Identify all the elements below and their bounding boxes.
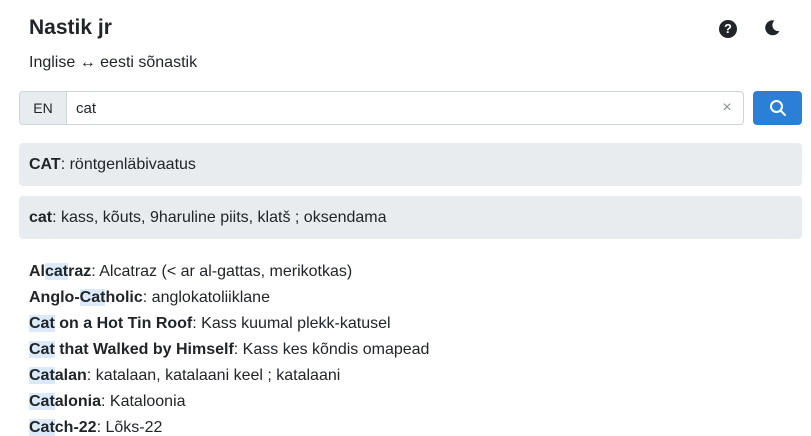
result-card: CAT: röntgenläbivaatus (19, 143, 802, 186)
moon-icon[interactable] (763, 19, 781, 37)
related-entry[interactable]: Alcatraz: Alcatraz (< ar al-gattas, meri… (29, 259, 429, 285)
app-subtitle: Inglise ↔ eesti sõnastik (29, 54, 198, 71)
related-entry[interactable]: Cat that Walked by Himself: Kass kes kõn… (29, 337, 429, 363)
result-separator: : (60, 156, 70, 173)
search-input[interactable] (67, 92, 711, 124)
result-term[interactable]: cat (29, 209, 52, 226)
search-button[interactable] (753, 91, 802, 125)
entry-translation: : Kataloonia (101, 393, 186, 410)
entry-term[interactable]: Cat that Walked by Himself (29, 341, 234, 358)
help-icon[interactable]: ? (719, 20, 737, 38)
search-bar: EN × (19, 91, 744, 125)
result-translation: röntgenläbivaatus (69, 156, 196, 173)
clear-icon[interactable]: × (711, 92, 743, 124)
entry-term[interactable]: Catalan (29, 367, 87, 384)
result-card: cat: kass, kõuts, 9haruline piits, klatš… (19, 196, 802, 239)
entry-term[interactable]: Catalonia (29, 393, 101, 410)
result-translation: kass, kõuts, 9haruline piits, klatš ; ok… (61, 209, 387, 226)
entry-translation: : Alcatraz (< ar al-gattas, merikotkas) (91, 263, 353, 280)
entry-term[interactable]: Catch-22 (29, 419, 97, 436)
related-entries-list: Alcatraz: Alcatraz (< ar al-gattas, meri… (29, 259, 429, 436)
language-label[interactable]: EN (20, 92, 67, 124)
entry-term[interactable]: Alcatraz (29, 263, 91, 280)
entry-translation: : Kass kuumal plekk-katusel (192, 315, 391, 332)
entry-term[interactable]: Cat on a Hot Tin Roof (29, 315, 192, 332)
result-term[interactable]: CAT (29, 156, 61, 173)
related-entry[interactable]: Catalonia: Kataloonia (29, 389, 429, 415)
entry-translation: : anglokatoliiklane (142, 289, 270, 306)
result-separator: : (52, 209, 62, 226)
search-icon (769, 100, 786, 116)
related-entry[interactable]: Cat on a Hot Tin Roof: Kass kuumal plekk… (29, 311, 429, 337)
entry-translation: : Kass kes kõndis omapead (233, 341, 430, 358)
related-entry[interactable]: Anglo-Catholic: anglokatoliiklane (29, 285, 429, 311)
related-entry[interactable]: Catch-22: Lõks-22 (29, 415, 429, 436)
related-entry[interactable]: Catalan: katalaan, katalaani keel ; kata… (29, 363, 429, 389)
entry-term[interactable]: Anglo-Catholic (29, 289, 143, 306)
app-title: Nastik jr (29, 16, 112, 39)
entry-translation: : katalaan, katalaani keel ; katalaani (86, 367, 341, 384)
entry-translation: : Lõks-22 (96, 419, 163, 436)
